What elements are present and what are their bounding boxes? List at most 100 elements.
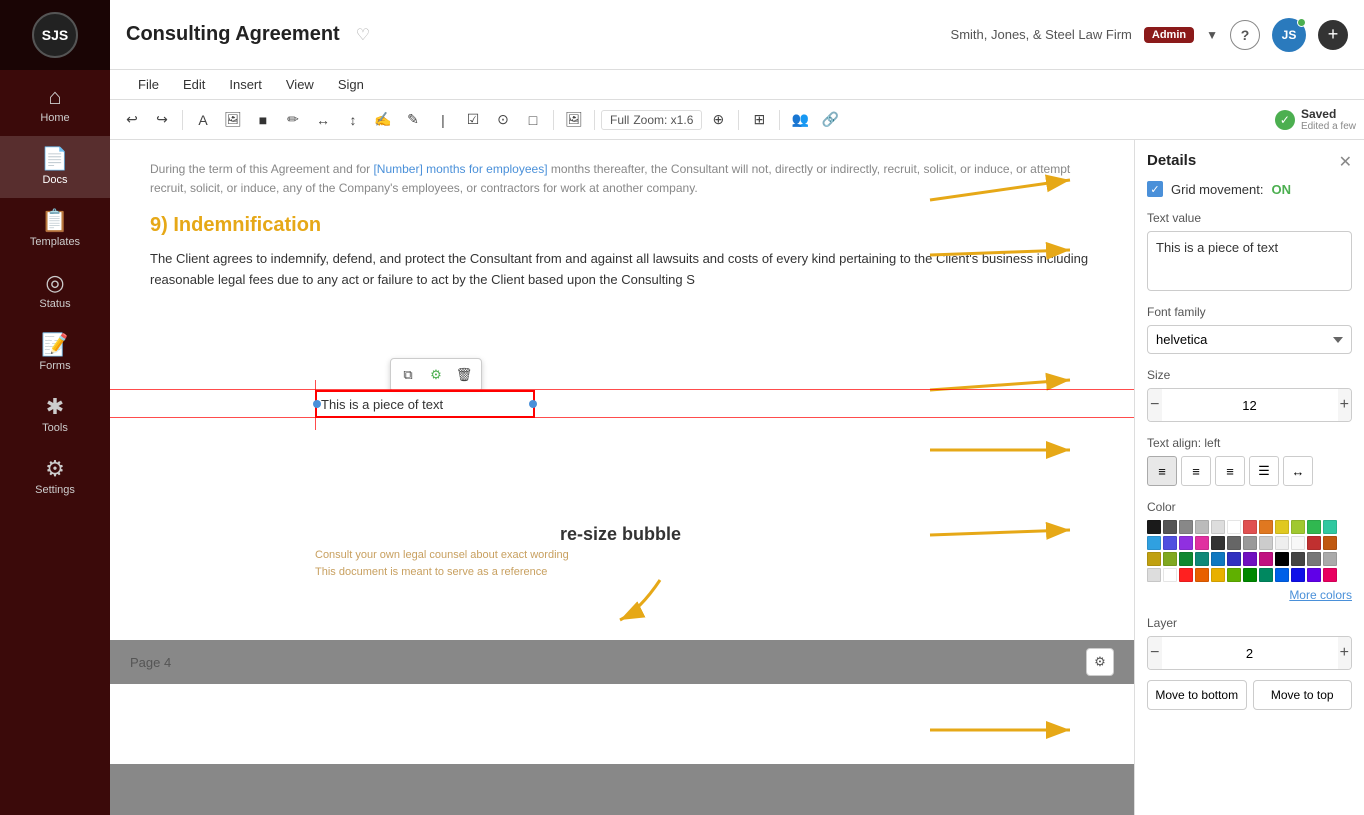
color-swatch[interactable] (1323, 536, 1337, 550)
color-swatch[interactable] (1195, 568, 1209, 582)
signature-button[interactable]: ✍ (369, 106, 397, 134)
color-swatch[interactable] (1147, 520, 1161, 534)
color-swatch[interactable] (1243, 552, 1257, 566)
color-swatch[interactable] (1179, 568, 1193, 582)
color-swatch[interactable] (1275, 552, 1289, 566)
photo-button[interactable]: 🖼 (560, 106, 588, 134)
pen-button[interactable]: ✏ (279, 106, 307, 134)
favorite-icon[interactable]: ♡ (356, 25, 370, 45)
help-button[interactable]: ? (1230, 20, 1260, 50)
color-swatch[interactable] (1147, 568, 1161, 582)
color-swatch[interactable] (1307, 552, 1321, 566)
color-swatch[interactable] (1275, 536, 1289, 550)
grid-button[interactable]: ⊞ (745, 106, 773, 134)
color-swatch[interactable] (1163, 536, 1177, 550)
color-swatch[interactable] (1243, 536, 1257, 550)
color-swatch[interactable] (1211, 536, 1225, 550)
doc-area[interactable]: During the term of this Agreement and fo… (110, 140, 1134, 815)
add-button[interactable]: + (1318, 20, 1348, 50)
panel-close-button[interactable]: ✕ (1339, 152, 1352, 172)
color-swatch[interactable] (1179, 536, 1193, 550)
align-justify-button[interactable]: ☰ (1249, 456, 1279, 486)
font-family-select[interactable]: helvetica Arial Times New Roman Courier … (1147, 325, 1352, 354)
square-button[interactable]: □ (519, 106, 547, 134)
float-delete-btn[interactable]: 🗑 (451, 362, 477, 388)
grid-movement-checkbox[interactable]: ✓ (1147, 181, 1163, 197)
size-decrease-button[interactable]: − (1148, 389, 1162, 421)
color-swatch[interactable] (1163, 520, 1177, 534)
color-swatch[interactable] (1227, 568, 1241, 582)
color-swatch[interactable] (1195, 520, 1209, 534)
circle-button[interactable]: ⊙ (489, 106, 517, 134)
users-button[interactable]: 👥 (786, 106, 814, 134)
color-swatch[interactable] (1179, 520, 1193, 534)
color-swatch[interactable] (1163, 568, 1177, 582)
firm-dropdown-arrow[interactable]: ▼ (1206, 28, 1218, 42)
color-swatch[interactable] (1259, 552, 1273, 566)
move-to-top-button[interactable]: Move to top (1253, 680, 1353, 710)
rectangle-button[interactable]: ■ (249, 106, 277, 134)
color-swatch[interactable] (1275, 520, 1289, 534)
layer-input[interactable] (1162, 646, 1338, 661)
color-swatch[interactable] (1323, 520, 1337, 534)
sidebar-item-settings[interactable]: ⚙ Settings (0, 446, 110, 508)
menu-insert[interactable]: Insert (217, 73, 274, 96)
menu-sign[interactable]: Sign (326, 73, 376, 96)
color-swatch[interactable] (1323, 552, 1337, 566)
edit-button[interactable]: ✎ (399, 106, 427, 134)
arrow-button[interactable]: ↔ (309, 106, 337, 134)
menu-file[interactable]: File (126, 73, 171, 96)
size-increase-button[interactable]: + (1338, 389, 1352, 421)
color-swatch[interactable] (1291, 520, 1305, 534)
layer-decrease-button[interactable]: − (1148, 637, 1162, 669)
target-button[interactable]: ⊕ (704, 106, 732, 134)
color-swatch[interactable] (1259, 568, 1273, 582)
color-swatch[interactable] (1163, 552, 1177, 566)
color-swatch[interactable] (1291, 536, 1305, 550)
color-swatch[interactable] (1307, 568, 1321, 582)
cursor-button[interactable]: | (429, 106, 457, 134)
color-swatch[interactable] (1323, 568, 1337, 582)
color-swatch[interactable] (1243, 520, 1257, 534)
layer-increase-button[interactable]: + (1338, 637, 1352, 669)
align-left-button[interactable]: ≡ (1147, 456, 1177, 486)
sidebar-item-docs[interactable]: 📄 Docs (0, 136, 110, 198)
color-swatch[interactable] (1147, 552, 1161, 566)
share-button[interactable]: 🔗 (816, 106, 844, 134)
undo-button[interactable]: ↩ (118, 106, 146, 134)
text-button[interactable]: A (189, 106, 217, 134)
color-swatch[interactable] (1195, 552, 1209, 566)
color-swatch[interactable] (1195, 536, 1209, 550)
color-swatch[interactable] (1227, 552, 1241, 566)
text-element[interactable]: This is a piece of text (315, 390, 535, 418)
menu-view[interactable]: View (274, 73, 326, 96)
color-swatch[interactable] (1211, 552, 1225, 566)
color-swatch[interactable] (1147, 536, 1161, 550)
more-colors-link[interactable]: More colors (1147, 588, 1352, 602)
color-swatch[interactable] (1307, 536, 1321, 550)
page-settings-button[interactable]: ⚙ (1086, 648, 1114, 676)
color-swatch[interactable] (1227, 536, 1241, 550)
redo-button[interactable]: ↪ (148, 106, 176, 134)
sidebar-item-forms[interactable]: 📝 Forms (0, 322, 110, 384)
move-to-bottom-button[interactable]: Move to bottom (1147, 680, 1247, 710)
color-swatch[interactable] (1259, 520, 1273, 534)
menu-edit[interactable]: Edit (171, 73, 217, 96)
align-right-button[interactable]: ≡ (1215, 456, 1245, 486)
resize-button[interactable]: ↕ (339, 106, 367, 134)
sidebar-item-tools[interactable]: ✱ Tools (0, 384, 110, 446)
color-swatch[interactable] (1211, 568, 1225, 582)
sidebar-item-status[interactable]: ◎ Status (0, 260, 110, 322)
color-swatch[interactable] (1211, 520, 1225, 534)
color-swatch[interactable] (1291, 552, 1305, 566)
color-swatch[interactable] (1291, 568, 1305, 582)
color-swatch[interactable] (1275, 568, 1289, 582)
sidebar-item-home[interactable]: ⌂ Home (0, 74, 110, 136)
checkbox-button[interactable]: ☑ (459, 106, 487, 134)
align-center-button[interactable]: ≡ (1181, 456, 1211, 486)
color-swatch[interactable] (1307, 520, 1321, 534)
align-auto-button[interactable]: ↔ (1283, 456, 1313, 486)
sidebar-item-templates[interactable]: 📋 Templates (0, 198, 110, 260)
text-value-box[interactable]: This is a piece of text (1147, 231, 1352, 291)
resize-handle-right[interactable] (529, 400, 537, 408)
